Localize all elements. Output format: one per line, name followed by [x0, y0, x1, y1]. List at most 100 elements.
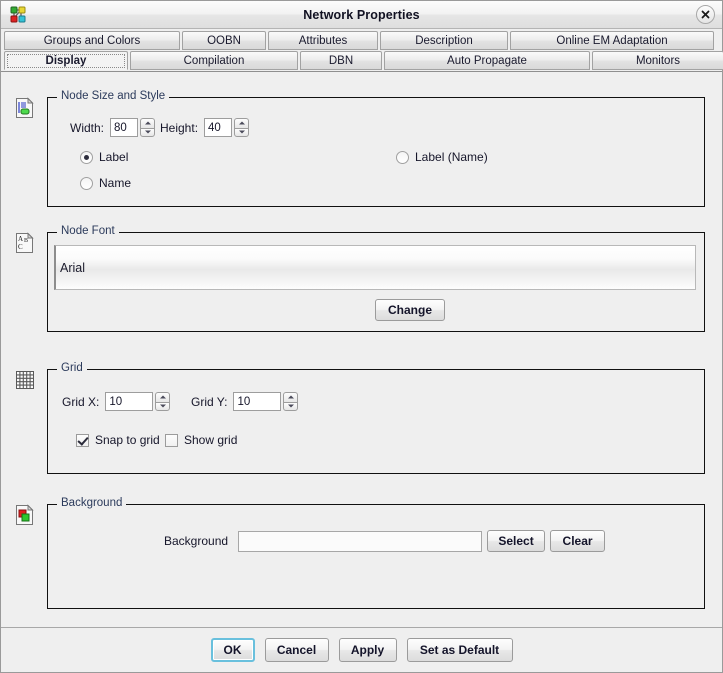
grid-x-spin-down-icon[interactable]: [155, 401, 171, 411]
network-nodes-icon: [8, 5, 28, 25]
tab-label: DBN: [328, 55, 354, 67]
tab-display[interactable]: Display: [4, 51, 128, 70]
background-section: Background Background Select Clear: [15, 497, 705, 609]
set-as-default-button[interactable]: Set as Default: [406, 638, 513, 662]
close-icon[interactable]: [696, 5, 715, 24]
font-preview-text: Arial: [60, 260, 86, 275]
network-properties-dialog: Network Properties Groups and Colors OOB…: [0, 0, 723, 673]
tab-online-em-adaptation[interactable]: Online EM Adaptation: [510, 31, 714, 50]
tab-oobn[interactable]: OOBN: [182, 31, 266, 50]
grid-section: Grid Grid X: Grid Y:: [15, 362, 705, 474]
tab-label: OOBN: [207, 35, 241, 47]
grid-y-input[interactable]: [233, 392, 282, 411]
width-field-group: Width:: [70, 118, 156, 137]
radio-name-text: Name: [99, 176, 132, 190]
grid-icon: [15, 369, 35, 391]
node-font-section: A B C Node Font Arial Change: [15, 225, 705, 332]
title-bar: Network Properties: [1, 1, 722, 29]
radio-label-name-text: Label (Name): [415, 150, 488, 164]
ok-button[interactable]: OK: [210, 638, 255, 662]
node-size-document-icon: [15, 97, 35, 119]
background-fieldset: Background Background Select Clear: [47, 497, 705, 609]
tab-label: Online EM Adaptation: [556, 35, 668, 47]
radio-label-name[interactable]: Label (Name): [396, 150, 488, 164]
tab-label: Compilation: [183, 55, 245, 67]
tab-auto-propagate[interactable]: Auto Propagate: [384, 51, 590, 70]
tab-label: Auto Propagate: [447, 55, 527, 67]
height-stepper[interactable]: [204, 118, 250, 137]
width-spin-down-icon[interactable]: [140, 127, 156, 137]
background-clear-button[interactable]: Clear: [550, 530, 606, 552]
width-spin-up-icon[interactable]: [140, 118, 156, 128]
node-size-and-style-fieldset: Node Size and Style Width: Height:: [47, 90, 705, 207]
height-spin-buttons[interactable]: [234, 118, 250, 137]
grid-x-input[interactable]: [105, 392, 154, 411]
grid-x-spin-up-icon[interactable]: [155, 392, 171, 402]
height-spin-up-icon[interactable]: [234, 118, 250, 128]
show-grid-checkbox[interactable]: Show grid: [165, 433, 237, 447]
tab-label: Description: [415, 35, 473, 47]
tab-attributes[interactable]: Attributes: [268, 31, 378, 50]
tab-row-1: Groups and Colors OOBN Attributes Descri…: [4, 31, 719, 50]
height-input[interactable]: [204, 118, 233, 137]
radio-label-text: Label: [99, 150, 129, 164]
node-font-fieldset: Node Font Arial Change: [47, 225, 705, 332]
show-grid-label: Show grid: [184, 433, 238, 447]
apply-button[interactable]: Apply: [338, 638, 397, 662]
background-select-button[interactable]: Select: [487, 530, 546, 552]
background-legend: Background: [57, 497, 127, 509]
change-font-button[interactable]: Change: [375, 299, 445, 321]
grid-legend: Grid: [57, 362, 87, 374]
tab-label: Attributes: [298, 35, 348, 47]
background-input[interactable]: [238, 530, 483, 552]
tab-label: Display: [45, 55, 87, 67]
snap-to-grid-label: Snap to grid: [95, 433, 160, 447]
tab-monitors[interactable]: Monitors: [592, 51, 723, 70]
node-size-and-style-legend: Node Size and Style: [57, 90, 170, 102]
grid-y-spin-up-icon[interactable]: [283, 392, 299, 402]
grid-y-spin-down-icon[interactable]: [283, 401, 299, 411]
background-field-label: Background: [164, 534, 229, 548]
snap-to-grid-checkbox[interactable]: Snap to grid: [76, 433, 160, 447]
tab-dbn[interactable]: DBN: [300, 51, 382, 70]
cancel-button[interactable]: Cancel: [264, 638, 329, 662]
node-size-and-style-section: Node Size and Style Width: Height:: [15, 90, 705, 207]
dialog-button-bar: OK Cancel Apply Set as Default: [1, 627, 722, 672]
grid-y-label: Grid Y:: [191, 394, 228, 409]
grid-y-spin-buttons[interactable]: [283, 392, 299, 411]
grid-x-field-group: Grid X:: [62, 392, 171, 411]
width-input[interactable]: [110, 118, 139, 137]
radio-label-indicator[interactable]: [80, 150, 93, 164]
height-field-group: Height:: [160, 118, 250, 137]
radio-label-name-indicator[interactable]: [396, 150, 409, 164]
background-field-group: Background Select Clear: [164, 530, 606, 552]
font-preview-box[interactable]: Arial: [54, 245, 696, 290]
radio-label[interactable]: Label: [80, 150, 128, 164]
radio-name[interactable]: Name: [80, 176, 131, 190]
grid-x-stepper[interactable]: [105, 392, 171, 411]
tab-label: Monitors: [635, 55, 681, 67]
snap-to-grid-check-indicator[interactable]: [76, 433, 89, 447]
tab-compilation[interactable]: Compilation: [130, 51, 298, 70]
svg-text:B: B: [24, 238, 28, 244]
tab-groups-and-colors[interactable]: Groups and Colors: [4, 31, 180, 50]
grid-y-field-group: Grid Y:: [191, 392, 299, 411]
svg-text:C: C: [18, 243, 23, 251]
svg-text:A: A: [18, 235, 23, 243]
background-image-document-icon: [15, 504, 35, 526]
abc-document-icon: A B C: [15, 232, 35, 254]
width-label: Width:: [70, 120, 105, 135]
tab-description[interactable]: Description: [380, 31, 508, 50]
width-stepper[interactable]: [110, 118, 156, 137]
show-grid-check-indicator[interactable]: [165, 433, 178, 447]
radio-name-indicator[interactable]: [80, 176, 93, 190]
tab-row-2: Display Compilation DBN Auto Propagate M…: [4, 51, 723, 70]
grid-x-spin-buttons[interactable]: [155, 392, 171, 411]
display-tab-panel: Node Size and Style Width: Height:: [1, 72, 722, 627]
height-spin-down-icon[interactable]: [234, 127, 250, 137]
width-spin-buttons[interactable]: [140, 118, 156, 137]
grid-y-stepper[interactable]: [233, 392, 299, 411]
grid-fieldset: Grid Grid X: Grid Y:: [47, 362, 705, 474]
page-title: Network Properties: [303, 7, 420, 22]
tab-strip: Groups and Colors OOBN Attributes Descri…: [1, 29, 723, 72]
